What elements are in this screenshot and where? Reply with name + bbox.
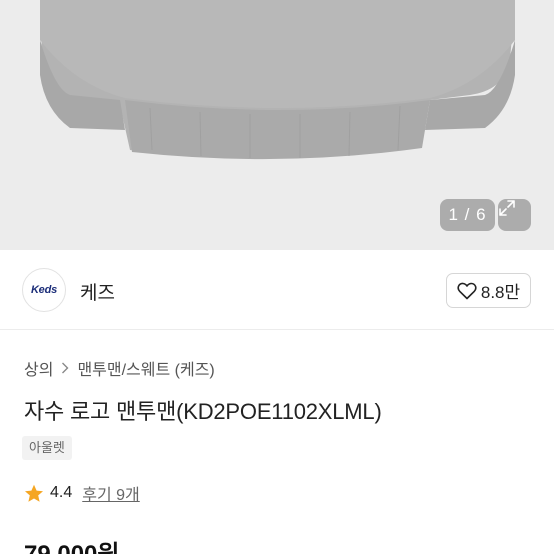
product-price: 79,000원 bbox=[24, 534, 120, 554]
expand-icon bbox=[499, 200, 515, 216]
review-link[interactable]: 후기 9개 bbox=[82, 481, 140, 505]
image-page-indicator: 1 / 6 bbox=[440, 199, 495, 231]
breadcrumb: 상의 맨투맨/스웨트 (케즈) bbox=[24, 356, 215, 380]
heart-icon bbox=[457, 282, 477, 299]
expand-button[interactable] bbox=[498, 199, 531, 231]
like-count: 8.8만 bbox=[480, 283, 521, 302]
breadcrumb-subcategory[interactable]: 맨투맨/스웨트 (케즈) bbox=[77, 356, 214, 380]
star-icon bbox=[25, 484, 43, 502]
product-title: 자수 로고 맨투맨(KD2POE1102XLML) bbox=[24, 399, 382, 424]
breadcrumb-category[interactable]: 상의 bbox=[24, 356, 53, 380]
brand-logo[interactable]: Keds bbox=[22, 268, 66, 312]
chevron-right-icon bbox=[62, 362, 69, 374]
brand-name[interactable]: 케즈 bbox=[80, 278, 115, 305]
brand-logo-text: Keds bbox=[30, 284, 58, 296]
rating-row: 4.4 후기 9개 bbox=[24, 481, 140, 505]
rating-score: 4.4 bbox=[50, 484, 73, 501]
like-button[interactable]: 8.8만 bbox=[446, 273, 531, 308]
product-image-gallery[interactable]: 1 / 6 bbox=[0, 0, 554, 250]
outlet-badge: 아울렛 bbox=[22, 436, 72, 460]
